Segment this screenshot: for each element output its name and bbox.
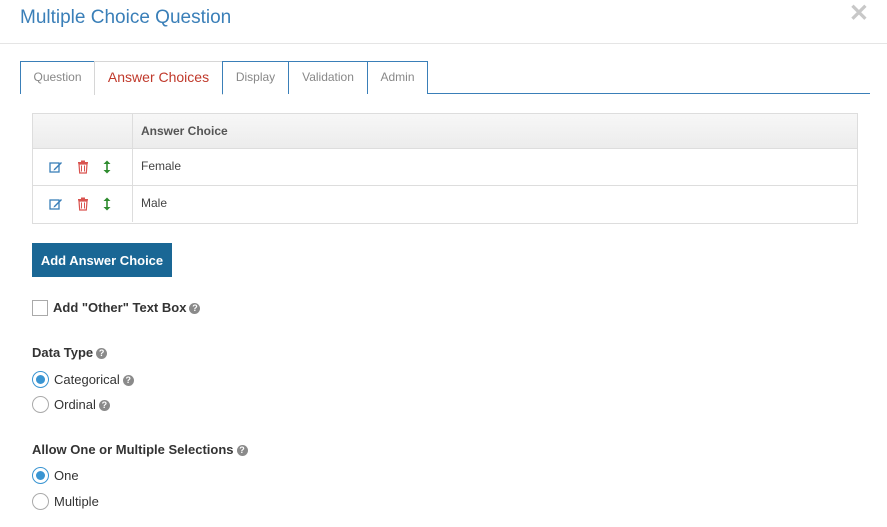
dialog-header: Multiple Choice Question ✕ <box>0 0 887 44</box>
selection-mode-label: Allow One or Multiple Selections <box>32 442 234 457</box>
trash-icon[interactable] <box>76 197 90 211</box>
categorical-label: Categorical <box>54 372 120 387</box>
row-actions <box>33 149 133 185</box>
tab-display[interactable]: Display <box>222 61 289 94</box>
tab-bar: Question Answer Choices Display Validati… <box>20 61 870 95</box>
multiple-label: Multiple <box>54 494 99 509</box>
help-icon[interactable]: ? <box>189 303 201 314</box>
answer-choice-label: Female <box>141 159 182 173</box>
help-icon[interactable]: ? <box>98 400 110 411</box>
table-header: Answer Choice <box>33 114 857 149</box>
categorical-radio[interactable] <box>32 371 49 388</box>
answer-choice-column-header: Answer Choice <box>141 124 228 138</box>
add-answer-choice-button[interactable]: Add Answer Choice <box>32 243 172 277</box>
help-icon[interactable]: ? <box>96 348 108 359</box>
table-row: Female <box>33 149 857 186</box>
edit-icon[interactable] <box>49 197 63 211</box>
one-radio[interactable] <box>32 467 49 484</box>
actions-column-header <box>33 114 133 148</box>
help-icon[interactable]: ? <box>236 445 248 456</box>
trash-icon[interactable] <box>76 160 90 174</box>
other-textbox-label: Add "Other" Text Box <box>53 300 187 315</box>
move-icon[interactable] <box>100 197 114 211</box>
table-row: Male <box>33 186 857 223</box>
tab-validation[interactable]: Validation <box>288 61 368 94</box>
tab-admin[interactable]: Admin <box>367 61 428 94</box>
answer-choice-label: Male <box>141 196 168 210</box>
answer-choices-table: Answer Choice Female Male <box>32 113 858 224</box>
other-textbox-checkbox[interactable] <box>32 300 48 316</box>
multiple-radio[interactable] <box>32 493 49 510</box>
dialog-title: Multiple Choice Question <box>20 7 232 28</box>
move-icon[interactable] <box>100 160 114 174</box>
edit-icon[interactable] <box>49 160 63 174</box>
help-icon[interactable]: ? <box>122 375 134 386</box>
data-type-label: Data Type <box>32 345 94 360</box>
one-label: One <box>54 468 79 483</box>
tab-answer-choices[interactable]: Answer Choices <box>94 61 223 95</box>
tab-question[interactable]: Question <box>20 61 95 94</box>
ordinal-radio[interactable] <box>32 396 49 413</box>
ordinal-label: Ordinal <box>54 397 96 412</box>
row-actions <box>33 186 133 222</box>
close-icon[interactable]: ✕ <box>849 2 869 26</box>
